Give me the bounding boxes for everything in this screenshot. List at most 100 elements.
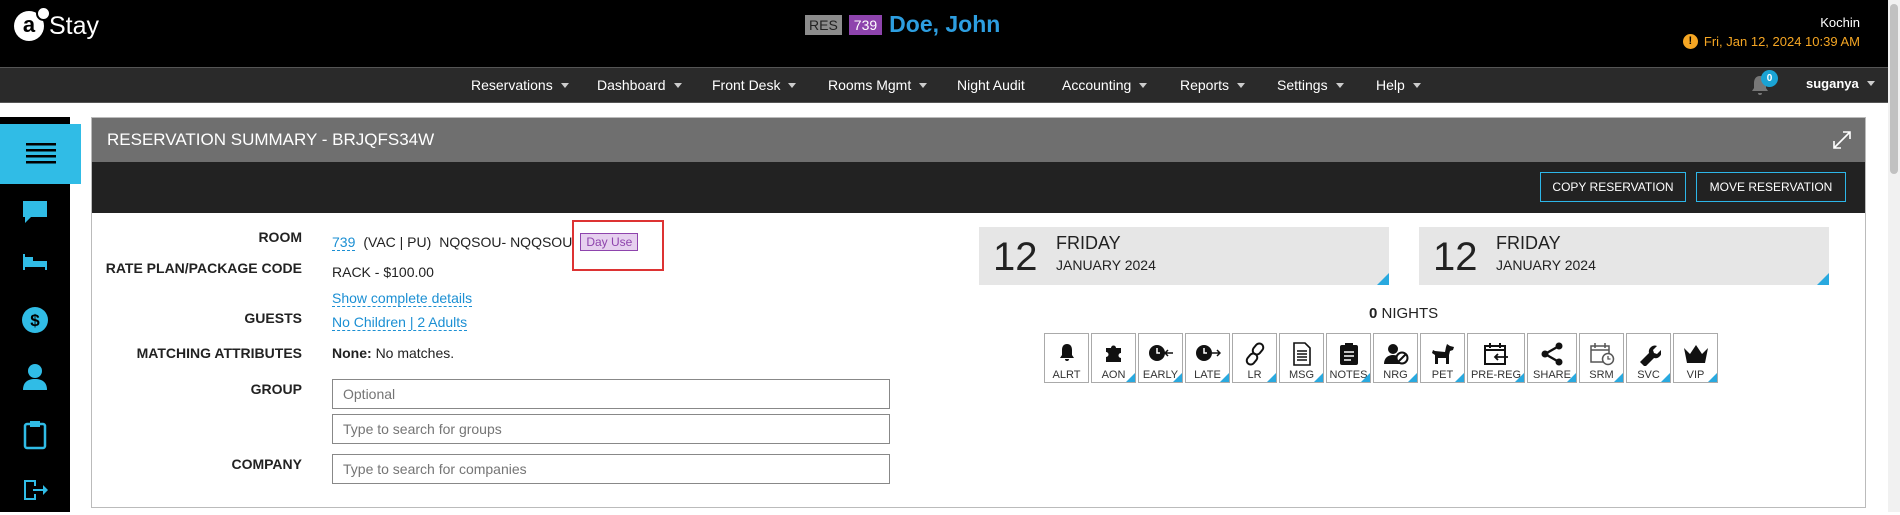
srm-button[interactable]: SRM	[1579, 333, 1624, 383]
guest-header: RES 739 Doe, John	[805, 11, 1000, 38]
vip-button[interactable]: VIP	[1673, 333, 1718, 383]
linked-reservation-button[interactable]: LR	[1232, 333, 1277, 383]
nav-reservations[interactable]: Reservations	[471, 68, 569, 102]
arrival-day: 12	[993, 235, 1038, 279]
corner-flag-icon	[1708, 373, 1717, 382]
share-button[interactable]: SHARE	[1527, 333, 1577, 383]
chevron-down-icon	[673, 82, 682, 88]
logo-mark: a	[14, 6, 51, 41]
group-search-input[interactable]	[332, 414, 890, 444]
chevron-down-icon	[1139, 82, 1148, 88]
nav-rooms-mgmt[interactable]: Rooms Mgmt	[828, 68, 928, 102]
sidebar-rooms-button[interactable]	[0, 237, 70, 287]
room-label: ROOM	[258, 229, 302, 245]
person-icon	[23, 364, 47, 390]
corner-flag-icon	[1614, 373, 1623, 382]
panel-title-bar: RESERVATION SUMMARY - BRJQFS34W	[92, 118, 1865, 162]
nav-help[interactable]: Help	[1376, 68, 1421, 102]
corner-flag-icon	[1173, 373, 1182, 382]
puzzle-icon	[1105, 345, 1121, 362]
chevron-down-icon	[919, 82, 928, 88]
expand-icon[interactable]	[1832, 130, 1852, 150]
warning-icon: !	[1682, 34, 1698, 49]
corner-flag-icon	[1314, 373, 1323, 382]
group-input[interactable]	[332, 379, 890, 409]
nav-front-desk[interactable]: Front Desk	[712, 68, 797, 102]
nights-label: NIGHTS	[1381, 305, 1439, 322]
nav-accounting-label: Accounting	[1062, 77, 1132, 93]
sidebar-messages-button[interactable]	[0, 187, 70, 237]
user-name: suganya	[1806, 76, 1859, 91]
matching-attributes-label: MATCHING ATTRIBUTES	[136, 345, 302, 361]
guests-link[interactable]: No Children | 2 Adults	[332, 314, 468, 331]
property-city: Kochin	[1820, 15, 1860, 30]
alert-button[interactable]: ALRT	[1044, 333, 1089, 383]
group-label: GROUP	[250, 381, 302, 397]
scrollbar-thumb[interactable]	[1890, 4, 1898, 174]
pet-button[interactable]: PET	[1420, 333, 1465, 383]
early-button[interactable]: EARLY	[1138, 333, 1183, 383]
nav-help-label: Help	[1376, 77, 1405, 93]
departure-date-box[interactable]: 12 FRIDAY JANUARY 2024	[1419, 227, 1829, 285]
corner-flag-icon	[1567, 373, 1576, 382]
pre-registration-button[interactable]: PRE-REG	[1467, 333, 1525, 383]
message-button[interactable]: MSG	[1279, 333, 1324, 383]
app-logo[interactable]: a Stay	[14, 6, 100, 42]
matching-text: No matches.	[375, 345, 455, 361]
copy-reservation-button[interactable]: COPY RESERVATION	[1540, 172, 1686, 202]
corner-flag-icon	[1126, 373, 1135, 382]
svg-text:$: $	[30, 311, 40, 330]
move-reservation-button[interactable]: MOVE RESERVATION	[1696, 172, 1846, 202]
panel-action-bar: COPY RESERVATION MOVE RESERVATION	[92, 162, 1865, 213]
nav-night-audit[interactable]: Night Audit	[957, 68, 1025, 102]
dog-icon	[1431, 344, 1454, 364]
nav-settings[interactable]: Settings	[1277, 68, 1344, 102]
no-rate-guest-button[interactable]: NRG	[1373, 333, 1418, 383]
page-scrollbar[interactable]	[1888, 0, 1900, 512]
late-button[interactable]: LATE	[1185, 333, 1230, 383]
company-label: COMPANY	[231, 456, 302, 472]
nights-count: 0 NIGHTS	[1369, 305, 1438, 322]
guests-value: No Children | 2 Adults	[332, 314, 468, 331]
arrival-weekday: FRIDAY	[1056, 233, 1121, 253]
sidebar-documents-button[interactable]	[0, 410, 70, 460]
bell-icon	[1059, 344, 1074, 361]
sidebar-checkout-button[interactable]	[0, 465, 70, 515]
rate-plan-label: RATE PLAN/PACKAGE CODE	[105, 260, 302, 276]
crown-icon	[1683, 345, 1708, 363]
sidebar-billing-button[interactable]: $	[0, 295, 70, 345]
nights-number: 0	[1369, 305, 1378, 322]
alert-label: ALRT	[1052, 369, 1081, 381]
reservation-summary-panel: RESERVATION SUMMARY - BRJQFS34W COPY RES…	[91, 117, 1866, 508]
nav-dashboard[interactable]: Dashboard	[597, 68, 682, 102]
company-search-input[interactable]	[332, 454, 890, 484]
notes-button[interactable]: NOTES	[1326, 333, 1371, 383]
sidebar-guest-button[interactable]	[0, 352, 70, 402]
sidebar: $	[0, 117, 81, 515]
guests-label: GUESTS	[244, 310, 302, 326]
service-button[interactable]: SVC	[1626, 333, 1671, 383]
addon-button[interactable]: AON	[1091, 333, 1136, 383]
departure-weekday: FRIDAY	[1496, 233, 1561, 253]
calendar-clock-icon	[1589, 343, 1614, 366]
sidebar-menu-button[interactable]	[0, 124, 81, 184]
room-number-link[interactable]: 739	[332, 234, 356, 251]
nav-reports[interactable]: Reports	[1180, 68, 1246, 102]
business-date: ! Fri, Jan 12, 2024 10:39 AM	[1682, 34, 1860, 49]
main-nav: Reservations Dashboard Front Desk Rooms …	[0, 67, 1888, 103]
arrival-month-year: JANUARY 2024	[1056, 257, 1156, 273]
corner-flag-icon	[1361, 373, 1370, 382]
nav-accounting[interactable]: Accounting	[1062, 68, 1148, 102]
guest-name[interactable]: Doe, John	[889, 11, 1000, 38]
res-tag: RES	[805, 14, 842, 35]
quick-action-icons: ALRT AON EARLY LATE LR MSG NOTES NRG PET…	[1044, 333, 1718, 383]
show-details-link[interactable]: Show complete details	[332, 290, 473, 307]
departure-month-year: JANUARY 2024	[1496, 257, 1596, 273]
nav-front-desk-label: Front Desk	[712, 77, 781, 93]
clock-late-icon	[1195, 345, 1221, 361]
link-icon	[1245, 342, 1264, 366]
arrival-date-box[interactable]: 12 FRIDAY JANUARY 2024	[979, 227, 1389, 285]
brand-name: Stay	[49, 11, 100, 40]
user-menu[interactable]: suganya	[1806, 76, 1875, 91]
clock-early-icon	[1148, 345, 1173, 361]
